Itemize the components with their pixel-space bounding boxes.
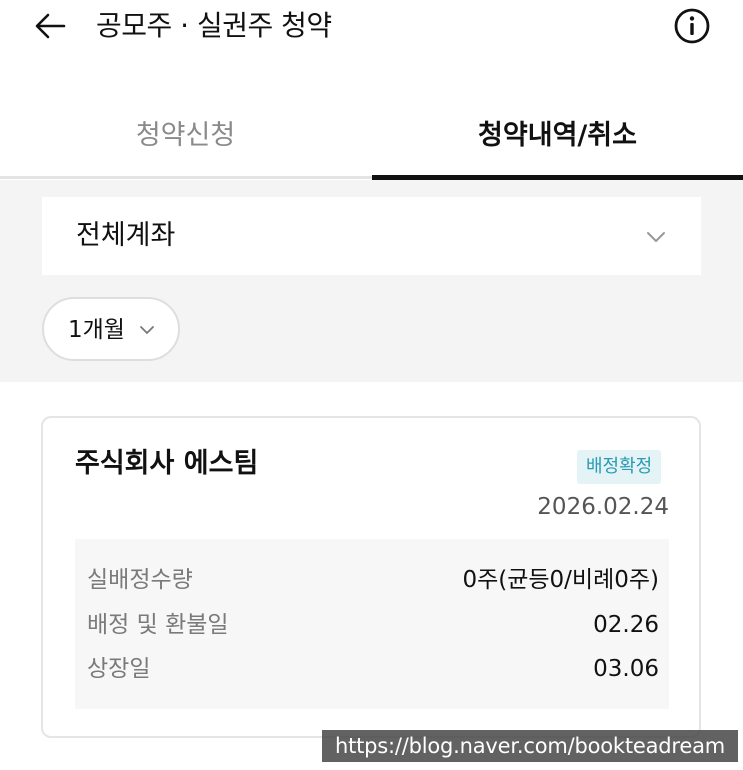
arrow-left-icon[interactable] — [30, 6, 70, 46]
subscription-date: 2026.02.24 — [537, 494, 669, 520]
detail-row: 배정 및 환불일 02.26 — [75, 605, 669, 645]
tab-apply[interactable]: 청약신청 — [0, 100, 371, 180]
detail-label: 상장일 — [87, 656, 151, 682]
account-select[interactable]: 전체계좌 — [42, 197, 701, 275]
tab-bar: 청약신청 청약내역/취소 — [0, 100, 743, 180]
detail-row: 실배정수량 0주(균등0/비례0주) — [75, 560, 669, 600]
chevron-down-icon — [647, 232, 665, 242]
allocation-details: 실배정수량 0주(균등0/비례0주) 배정 및 환불일 02.26 상장일 03… — [75, 539, 669, 709]
subscription-card[interactable]: 주식회사 에스팀 배정확정 2026.02.24 실배정수량 0주(균등0/비례… — [41, 416, 701, 738]
period-filter-label: 1개월 — [68, 317, 125, 343]
detail-value: 0주(균등0/비례0주) — [462, 567, 659, 593]
chevron-down-icon — [140, 326, 154, 334]
tab-history-cancel[interactable]: 청약내역/취소 — [372, 100, 743, 180]
detail-label: 실배정수량 — [87, 567, 193, 593]
app-header: 공모주 · 실권주 청약 — [0, 0, 743, 58]
page-title: 공모주 · 실권주 청약 — [96, 9, 332, 42]
detail-label: 배정 및 환불일 — [87, 612, 229, 638]
watermark-url: https://blog.naver.com/bookteadream — [322, 730, 738, 762]
period-filter-button[interactable]: 1개월 — [42, 297, 180, 361]
detail-row: 상장일 03.06 — [75, 649, 669, 689]
detail-value: 03.06 — [593, 656, 659, 682]
detail-value: 02.26 — [593, 612, 659, 638]
company-name: 주식회사 에스팀 — [75, 448, 259, 479]
info-circle-icon[interactable] — [672, 6, 712, 46]
status-badge: 배정확정 — [577, 450, 662, 484]
account-select-label: 전체계좌 — [76, 220, 176, 251]
